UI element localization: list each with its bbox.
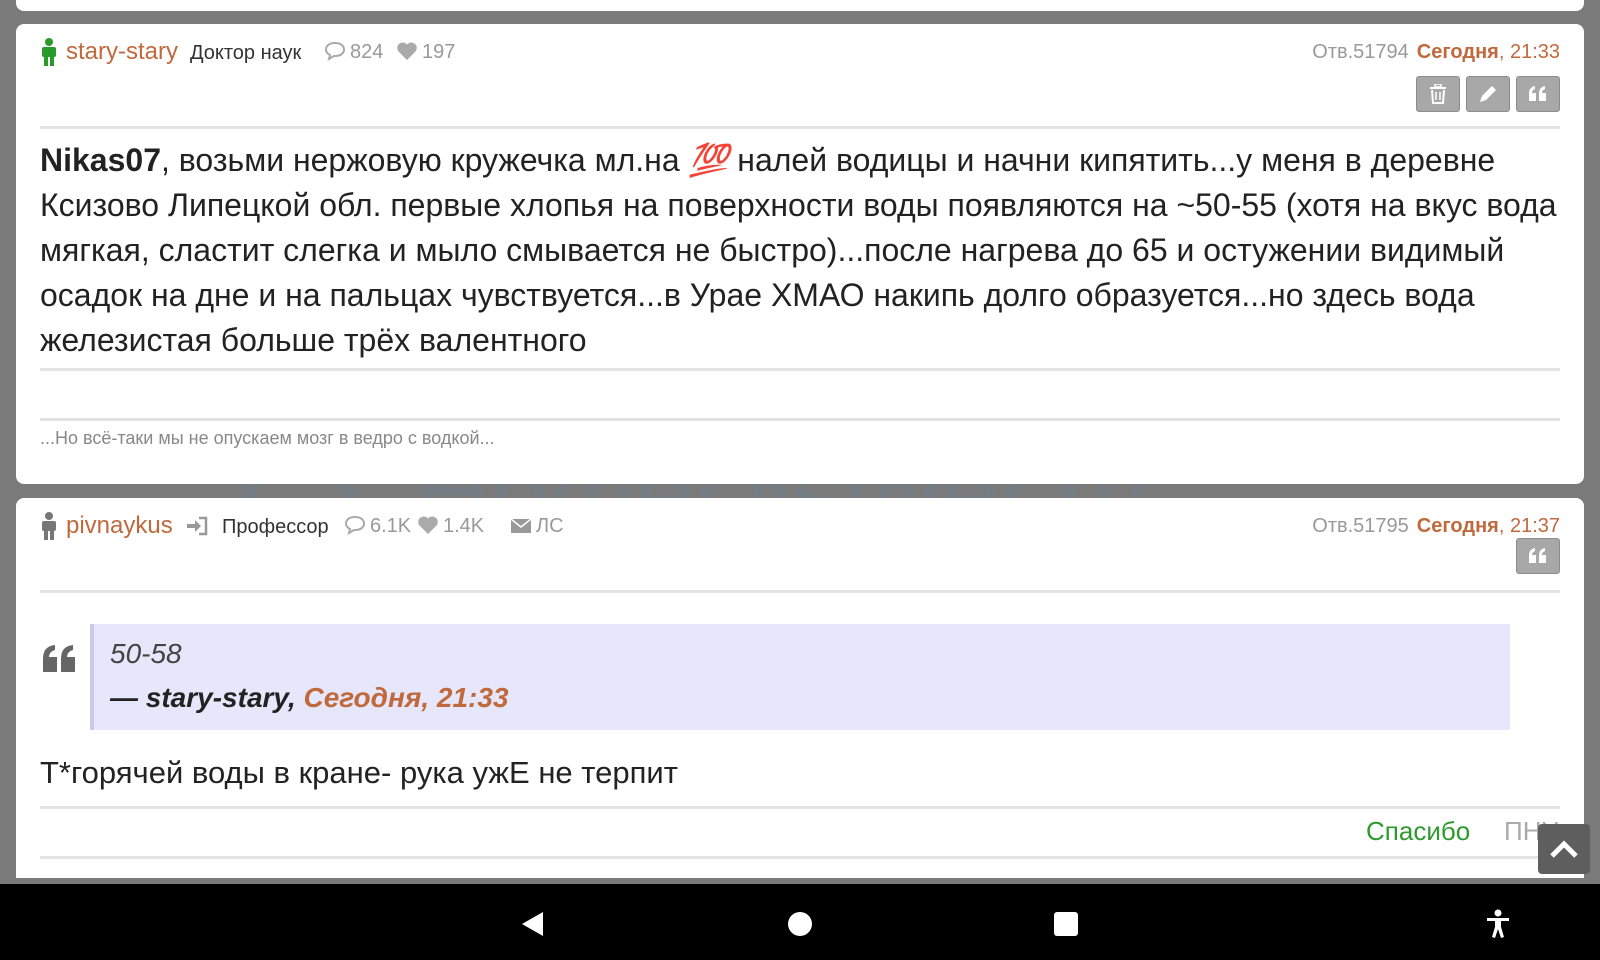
user-online-icon: [42, 38, 56, 66]
likes-value: 1.4K: [443, 515, 485, 537]
chevron-up-icon: [1550, 840, 1578, 858]
sign-in-icon: [187, 516, 208, 536]
back-icon: [522, 912, 543, 936]
recents-button[interactable]: [1042, 900, 1090, 948]
comments-value: 824: [350, 41, 384, 63]
hundred-emoji: 💯: [688, 142, 729, 178]
pm-label: ЛС: [536, 515, 564, 537]
delete-button[interactable]: [1416, 76, 1460, 112]
scroll-to-top-button[interactable]: [1538, 824, 1590, 874]
post-actions: [1516, 538, 1560, 574]
quote-text: 50-58: [110, 638, 182, 669]
divider: [40, 590, 1560, 593]
post-time: Сегодня, 21:33: [1417, 41, 1560, 63]
thanks-button[interactable]: Спасибо: [1366, 816, 1470, 847]
divider: [40, 856, 1560, 859]
likes-count: 197: [396, 41, 455, 64]
post-card: stary-stary Доктор наук 824 197 Отв.5179…: [16, 24, 1584, 484]
post-meta: Отв.51795 Сегодня, 21:37: [1312, 515, 1560, 538]
quote-icon: [1529, 86, 1546, 101]
post-time-day: Сегодня: [1416, 515, 1499, 537]
edit-button[interactable]: [1466, 76, 1510, 112]
post-actions: [1416, 76, 1560, 112]
divider: [40, 418, 1560, 421]
post-time-clock: , 21:33: [1498, 41, 1560, 63]
post-time-day: Сегодня: [1416, 41, 1499, 63]
divider: [40, 368, 1560, 371]
comments-count: 6.1K: [344, 515, 411, 538]
likes-count: 1.4K: [417, 515, 484, 538]
comments-value: 6.1K: [370, 515, 412, 537]
post-body: Т*горячей воды в кране- рука ужЕ не терп…: [40, 755, 678, 790]
private-message-link[interactable]: ЛС: [510, 515, 564, 538]
post-number[interactable]: Отв.51794: [1312, 41, 1409, 63]
trash-icon: [1430, 84, 1446, 104]
quote-mark-icon: [43, 645, 75, 672]
divider: [40, 126, 1560, 129]
quote-button[interactable]: [1516, 538, 1560, 574]
system-navigation-bar: [0, 884, 1600, 960]
heart-icon: [397, 42, 417, 60]
home-button[interactable]: [776, 900, 824, 948]
quote-button[interactable]: [1516, 76, 1560, 112]
accessibility-button[interactable]: [1474, 900, 1522, 948]
recents-icon: [1054, 912, 1078, 936]
username-link[interactable]: pivnaykus: [66, 512, 173, 540]
post-meta: Отв.51794 Сегодня, 21:33: [1312, 41, 1560, 64]
back-button[interactable]: [508, 900, 556, 948]
username-link[interactable]: stary-stary: [66, 38, 178, 66]
likes-value: 197: [422, 41, 456, 63]
previous-post-bottom: [16, 0, 1584, 11]
quote-author: — stary-stary,: [110, 682, 304, 713]
quote-block: 50-58 — stary-stary, Сегодня, 21:33: [90, 624, 1510, 730]
accessibility-icon: [1487, 909, 1509, 938]
home-icon: [788, 912, 812, 936]
post-number[interactable]: Отв.51795: [1312, 515, 1409, 537]
divider: [40, 806, 1560, 809]
post-body-text-1: , возьми нержовую кружечка мл.на: [160, 142, 689, 178]
quote-time-link[interactable]: Сегодня, 21:33: [304, 682, 509, 713]
envelope-icon: [510, 518, 532, 533]
post-card: pivnaykus Профессор 6.1K 1.4K ЛС Отв.517…: [16, 498, 1584, 878]
user-rank: Доктор наук: [190, 42, 302, 64]
user-rank: Профессор: [222, 516, 329, 538]
comments-icon: [324, 41, 346, 62]
user-signature: ...Но всё-таки мы не опускаем мозг в вед…: [40, 428, 495, 448]
user-offline-icon: [42, 512, 56, 540]
post-time: Сегодня, 21:37: [1417, 515, 1560, 537]
quote-icon: [1529, 548, 1546, 563]
quote-citation: — stary-stary, Сегодня, 21:33: [110, 682, 509, 714]
pencil-icon: [1480, 86, 1496, 102]
post-body: Nikas07, возьми нержовую кружечка мл.на …: [40, 138, 1560, 363]
comments-count: 824: [324, 41, 383, 64]
post-time-clock: , 21:37: [1498, 515, 1560, 537]
comments-icon: [344, 515, 366, 536]
heart-icon: [418, 516, 438, 534]
mention-link[interactable]: Nikas07: [40, 142, 161, 178]
